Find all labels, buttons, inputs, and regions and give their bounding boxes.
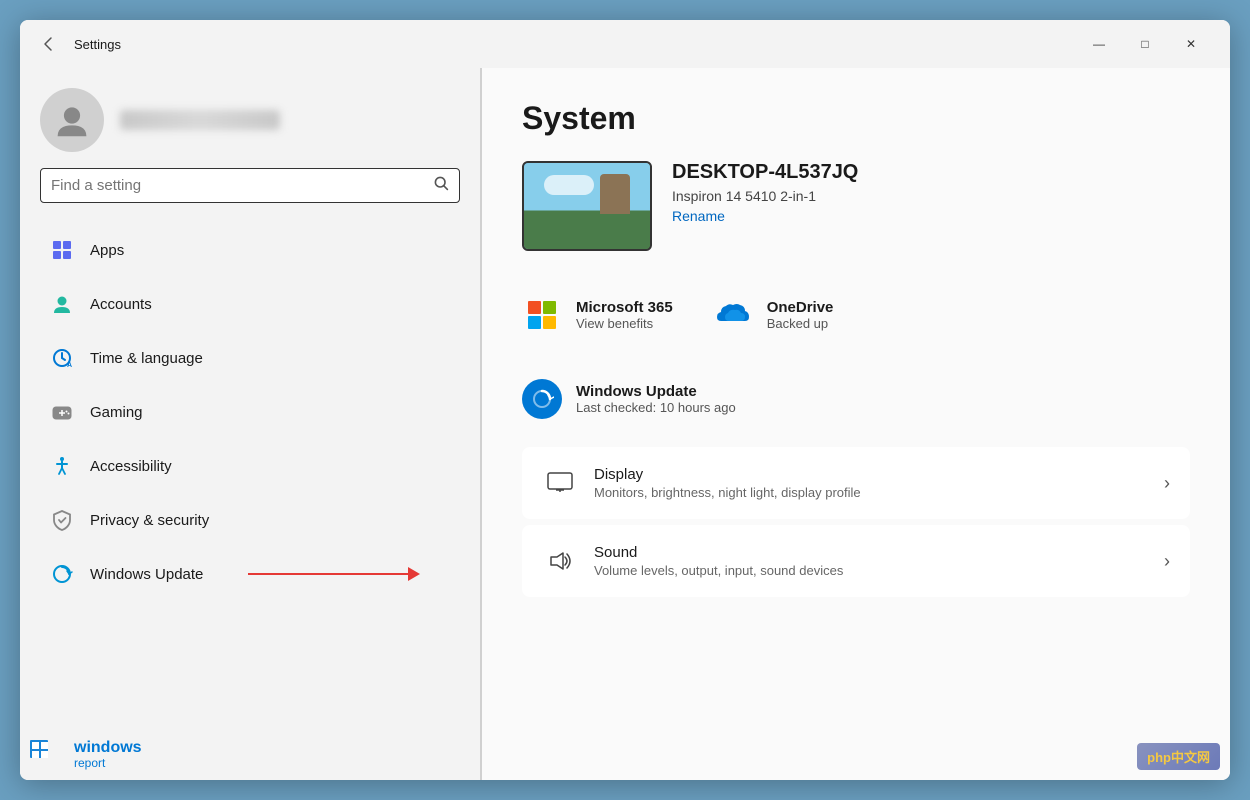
sidebar-item-accounts-label: Accounts (90, 296, 152, 313)
user-profile[interactable] (20, 68, 480, 168)
window-title: Settings (74, 37, 121, 52)
sound-subtitle: Volume levels, output, input, sound devi… (594, 563, 1148, 578)
settings-list: Display Monitors, brightness, night ligh… (522, 447, 1190, 597)
display-icon (542, 465, 578, 501)
sidebar-item-accounts[interactable]: Accounts (28, 278, 472, 330)
content-panel: System DESKTOP-4L537JQ Inspiron 14 5410 … (482, 68, 1230, 780)
accounts-icon (48, 290, 76, 318)
windows-update-title: Windows Update (576, 383, 736, 400)
windows-update-info: Windows Update Last checked: 10 hours ag… (576, 383, 736, 415)
sidebar: Apps Accounts A (20, 68, 480, 780)
windows-update-icon (48, 560, 76, 588)
ms-green (543, 301, 556, 314)
time-icon: A (48, 344, 76, 372)
display-info: Display Monitors, brightness, night ligh… (594, 466, 1148, 500)
microsoft365-subtitle: View benefits (576, 316, 673, 331)
search-container (20, 168, 480, 223)
sound-chevron: › (1164, 551, 1170, 572)
title-bar: Settings — □ ✕ (20, 20, 1230, 68)
main-area: Apps Accounts A (20, 68, 1230, 780)
ms-yellow (543, 316, 556, 329)
privacy-icon (48, 506, 76, 534)
apps-icon (48, 236, 76, 264)
sidebar-item-time-language[interactable]: A Time & language (28, 332, 472, 384)
sidebar-item-gaming-label: Gaming (90, 404, 143, 421)
ms-blue (528, 316, 541, 329)
sidebar-item-accessibility[interactable]: Accessibility (28, 440, 472, 492)
display-subtitle: Monitors, brightness, night light, displ… (594, 485, 1148, 500)
back-button[interactable] (32, 28, 64, 60)
display-title: Display (594, 466, 1148, 483)
title-bar-left: Settings (32, 28, 121, 60)
wu-icon (522, 379, 562, 419)
windows-update-item[interactable]: Windows Update Last checked: 10 hours ag… (522, 379, 1190, 419)
sidebar-item-windows-update[interactable]: Windows Update (28, 548, 472, 600)
microsoft365-icon (522, 295, 562, 335)
gaming-icon (48, 398, 76, 426)
sound-title: Sound (594, 544, 1148, 561)
device-info: DESKTOP-4L537JQ Inspiron 14 5410 2-in-1 … (672, 161, 858, 224)
user-name (120, 110, 280, 130)
device-model: Inspiron 14 5410 2-in-1 (672, 188, 858, 204)
sidebar-item-windows-update-label: Windows Update (90, 566, 203, 583)
onedrive-info: OneDrive Backed up (767, 299, 834, 331)
onedrive-title: OneDrive (767, 299, 834, 316)
search-box (40, 168, 460, 203)
display-chevron: › (1164, 473, 1170, 494)
page-title: System (522, 100, 1190, 137)
windows-update-subtitle: Last checked: 10 hours ago (576, 400, 736, 415)
sidebar-item-apps-label: Apps (90, 242, 124, 259)
avatar (40, 88, 104, 152)
onedrive-subtitle: Backed up (767, 316, 834, 331)
device-card: DESKTOP-4L537JQ Inspiron 14 5410 2-in-1 … (522, 161, 1190, 251)
microsoft365-info: Microsoft 365 View benefits (576, 299, 673, 331)
setting-row-display[interactable]: Display Monitors, brightness, night ligh… (522, 447, 1190, 519)
onedrive-icon (713, 295, 753, 335)
cloud-shape (544, 175, 594, 195)
quick-link-microsoft365[interactable]: Microsoft 365 View benefits (522, 295, 673, 335)
sidebar-item-gaming[interactable]: Gaming (28, 386, 472, 438)
sidebar-item-privacy-label: Privacy & security (90, 512, 209, 529)
sound-info: Sound Volume levels, output, input, soun… (594, 544, 1148, 578)
sidebar-item-time-label: Time & language (90, 350, 203, 367)
quick-link-onedrive[interactable]: OneDrive Backed up (713, 295, 834, 335)
rock-shape (600, 174, 630, 214)
settings-window: Settings — □ ✕ (20, 20, 1230, 780)
accessibility-icon (48, 452, 76, 480)
microsoft365-title: Microsoft 365 (576, 299, 673, 316)
device-name: DESKTOP-4L537JQ (672, 161, 858, 184)
window-controls: — □ ✕ (1076, 28, 1214, 60)
ms-red (528, 301, 541, 314)
search-icon (433, 175, 449, 196)
device-thumbnail (522, 161, 652, 251)
sidebar-item-apps[interactable]: Apps (28, 224, 472, 276)
sidebar-item-privacy[interactable]: Privacy & security (28, 494, 472, 546)
quick-links: Microsoft 365 View benefits OneDrive Bac… (522, 279, 1190, 351)
maximize-button[interactable]: □ (1122, 28, 1168, 60)
search-input[interactable] (51, 177, 425, 194)
sidebar-item-accessibility-label: Accessibility (90, 458, 172, 475)
device-thumb-bg (524, 163, 650, 249)
close-button[interactable]: ✕ (1168, 28, 1214, 60)
minimize-button[interactable]: — (1076, 28, 1122, 60)
rename-link[interactable]: Rename (672, 208, 858, 224)
setting-row-sound[interactable]: Sound Volume levels, output, input, soun… (522, 525, 1190, 597)
sound-icon (542, 543, 578, 579)
svg-text:A: A (67, 362, 72, 369)
